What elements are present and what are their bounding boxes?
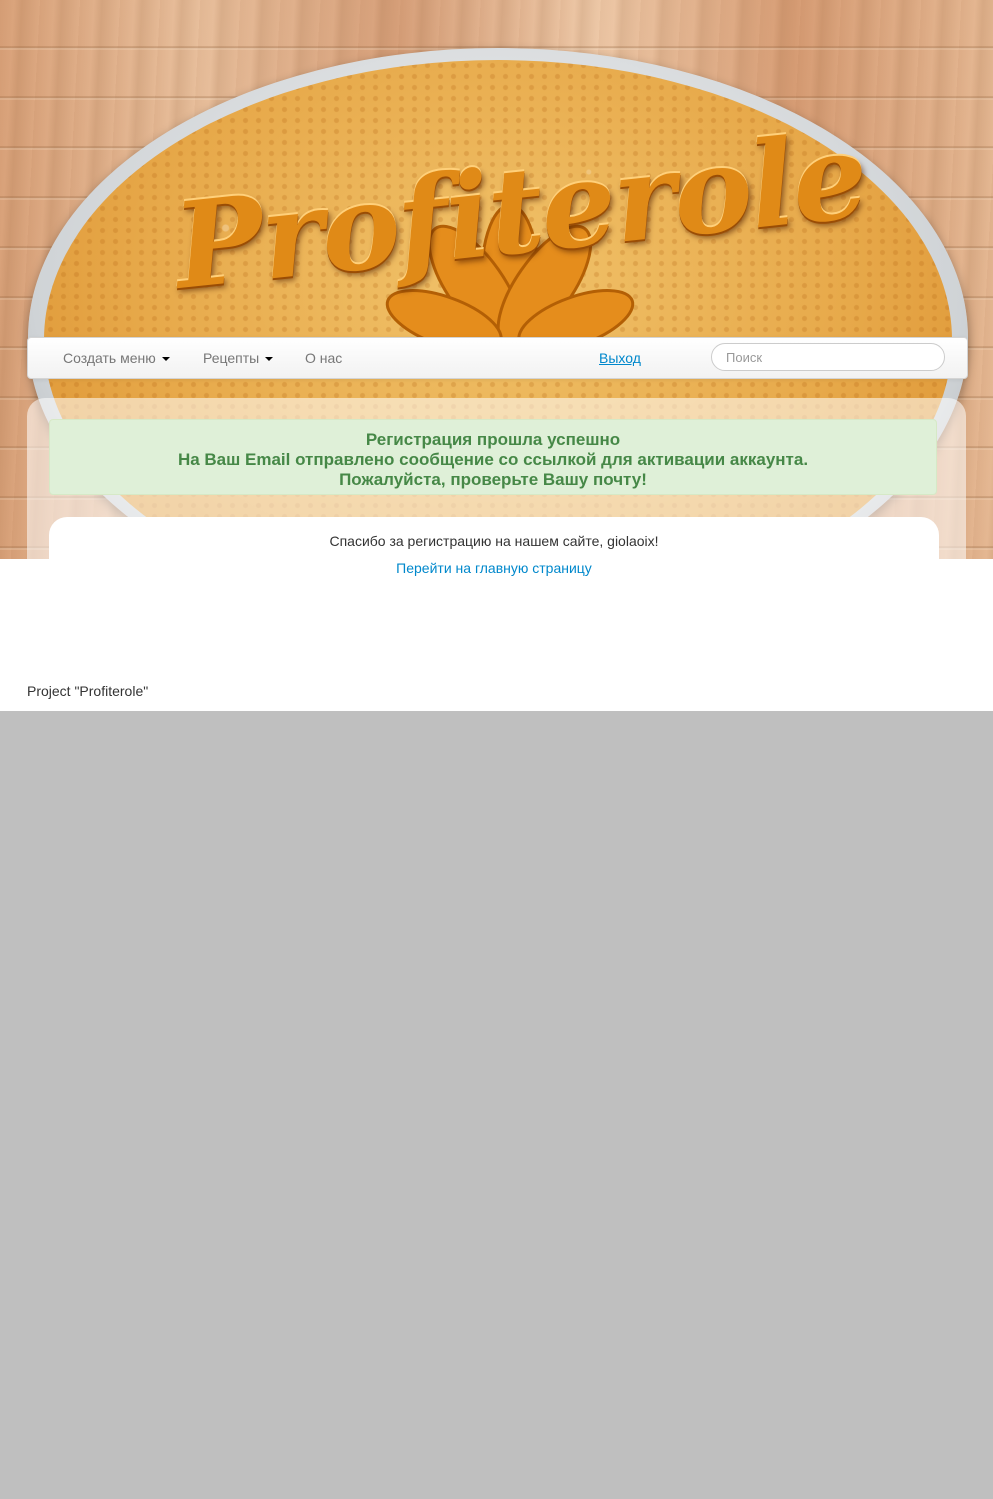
logout-link[interactable]: Выход <box>599 338 641 378</box>
alert-instruction: Пожалуйста, проверьте Вашу почту! <box>339 470 647 489</box>
nav-create-menu[interactable]: Создать меню <box>63 338 170 378</box>
nav-create-menu-label: Создать меню <box>63 350 156 366</box>
nav-about-label: О нас <box>305 350 343 366</box>
nav-recipes[interactable]: Рецепты <box>203 338 274 378</box>
nav-about[interactable]: О нас <box>305 338 342 378</box>
alert-title: Регистрация прошла успешно <box>365 430 621 449</box>
search-input[interactable] <box>711 343 945 371</box>
chevron-down-icon <box>265 357 274 362</box>
alert-message: На Ваш Email отправлено сообщение со ссы… <box>177 450 809 469</box>
chevron-down-icon <box>161 357 170 362</box>
success-alert: Регистрация прошла успешно На Ваш Email … <box>49 419 937 495</box>
header-banner: Profiterole Регистрация прошла успешно Н… <box>0 0 993 559</box>
home-page-link[interactable]: Перейти на главную страницу <box>49 560 939 576</box>
thanks-card: Спасибо за регистрацию на нашем сайте, g… <box>49 517 939 607</box>
main-navbar: Создать меню Рецепты О нас Выход <box>27 337 968 379</box>
nav-recipes-label: Рецепты <box>203 350 260 366</box>
footer-text: Project "Profiterole" <box>27 683 149 699</box>
thanks-message: Спасибо за регистрацию на нашем сайте, g… <box>329 533 659 549</box>
